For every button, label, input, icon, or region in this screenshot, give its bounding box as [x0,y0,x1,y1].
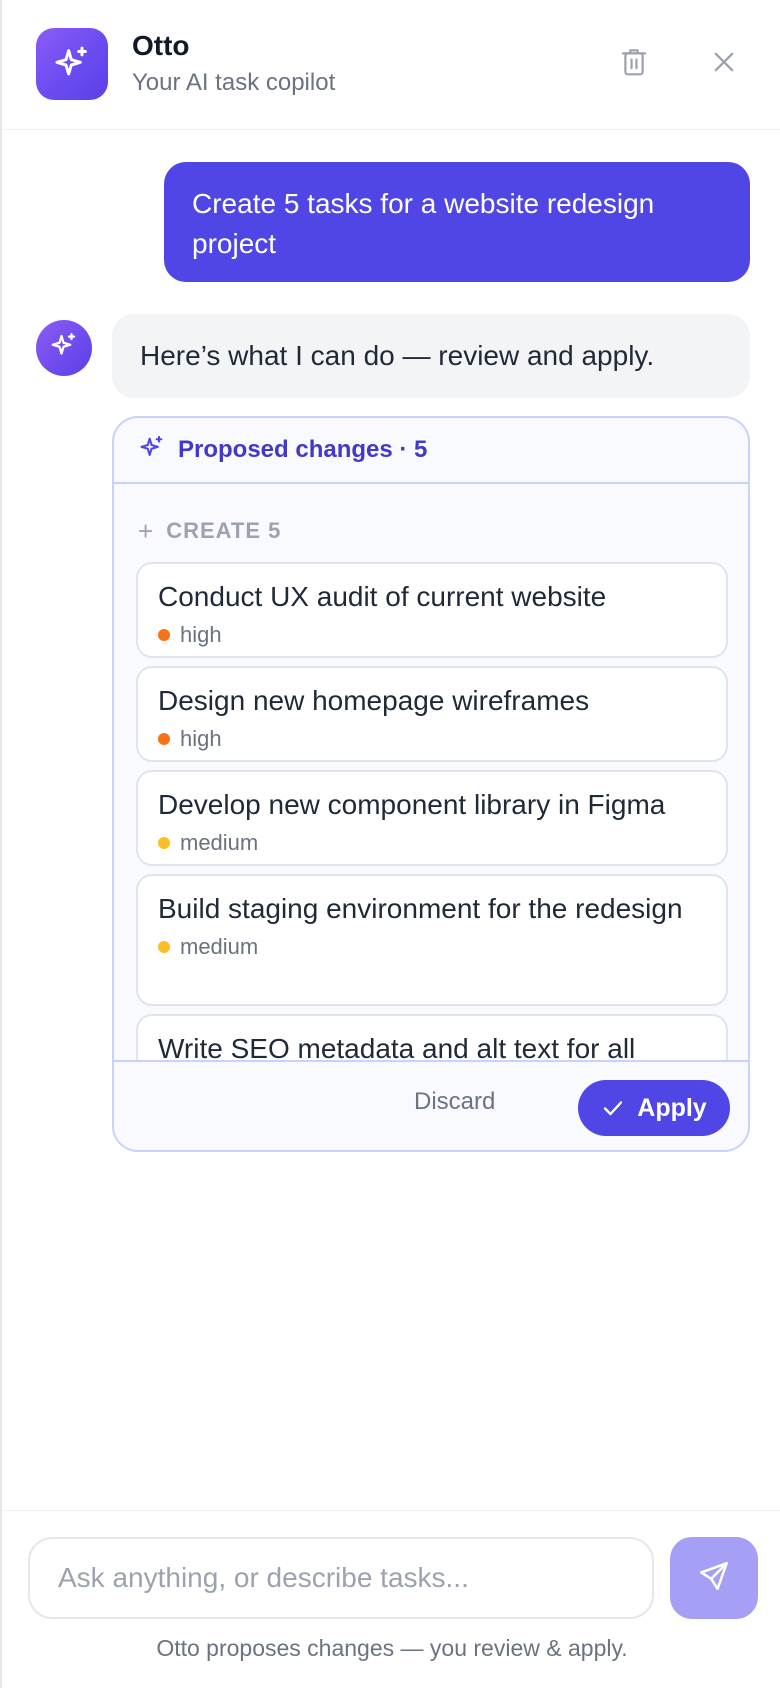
assistant-avatar [36,320,92,376]
create-count-label: CREATE 5 [166,518,282,543]
task-title: Write SEO metadata and alt text for all [158,1033,636,1060]
task-title: Design new homepage wireframes [158,685,590,716]
proposal-actions: Discard Apply [114,1060,748,1150]
task-priority: medium [180,934,259,959]
composer: Otto proposes changes — you review & app… [2,1510,780,1689]
proposed-task-card[interactable]: Conduct UX audit of current website high [136,562,728,658]
priority-dot [158,837,170,849]
priority-dot [158,941,170,953]
proposed-task-card[interactable]: Develop new component library in Figma m… [136,770,728,866]
task-list: + CREATE 5 Conduct UX audit of current w… [114,484,748,1060]
apply-button[interactable]: Apply [578,1080,730,1136]
proposal-title: Proposed changes · 5 [178,436,428,463]
task-priority: high [180,622,222,647]
send-button[interactable] [670,1537,758,1619]
app-subtitle: Your AI task copilot [132,69,336,96]
panel-header: Otto Your AI task copilot [2,0,780,130]
apply-label: Apply [637,1093,707,1122]
check-icon [604,1101,623,1116]
proposal-scroll-area[interactable]: + CREATE 5 Conduct UX audit of current w… [114,484,748,1150]
proposed-changes-card: Proposed changes · 5 + CREATE 5 Conduct … [112,416,750,1152]
user-message-bubble: Create 5 tasks for a website redesign pr… [164,162,750,282]
proposal-header: Proposed changes · 5 [114,418,748,484]
message-input[interactable] [28,1537,654,1619]
composer-hint: Otto proposes changes — you review & app… [156,1635,628,1661]
priority-dot [158,629,170,641]
task-priority: medium [180,830,259,855]
discard-button[interactable]: Discard [414,1088,495,1116]
assistant-message-bubble: Here’s what I can do — review and apply. [112,314,750,398]
proposed-task-card[interactable]: Build staging environment for the redesi… [136,874,728,1006]
proposed-task-card[interactable]: Design new homepage wireframes high [136,666,728,762]
clear-chat-button[interactable] [608,38,660,90]
task-title: Build staging environment for the redesi… [158,893,683,924]
task-title: Develop new component library in Figma [158,789,666,820]
task-title: Conduct UX audit of current website [158,581,607,612]
close-icon [710,48,738,81]
sparkle-icon [36,28,108,100]
app-title: Otto [132,30,190,61]
plus-icon: + [138,516,155,546]
close-panel-button[interactable] [698,38,750,90]
proposed-task-card[interactable]: Write SEO metadata and alt text for all [136,1014,728,1060]
sparkle-icon [49,331,79,366]
trash-icon [619,46,649,83]
task-priority: high [180,726,222,751]
copilot-panel: Otto Your AI task copilot Create 5 tasks… [0,0,780,1689]
priority-dot [158,733,170,745]
send-icon [697,1559,731,1598]
sparkle-icon [138,434,166,467]
create-section-label: + CREATE 5 [138,518,281,544]
